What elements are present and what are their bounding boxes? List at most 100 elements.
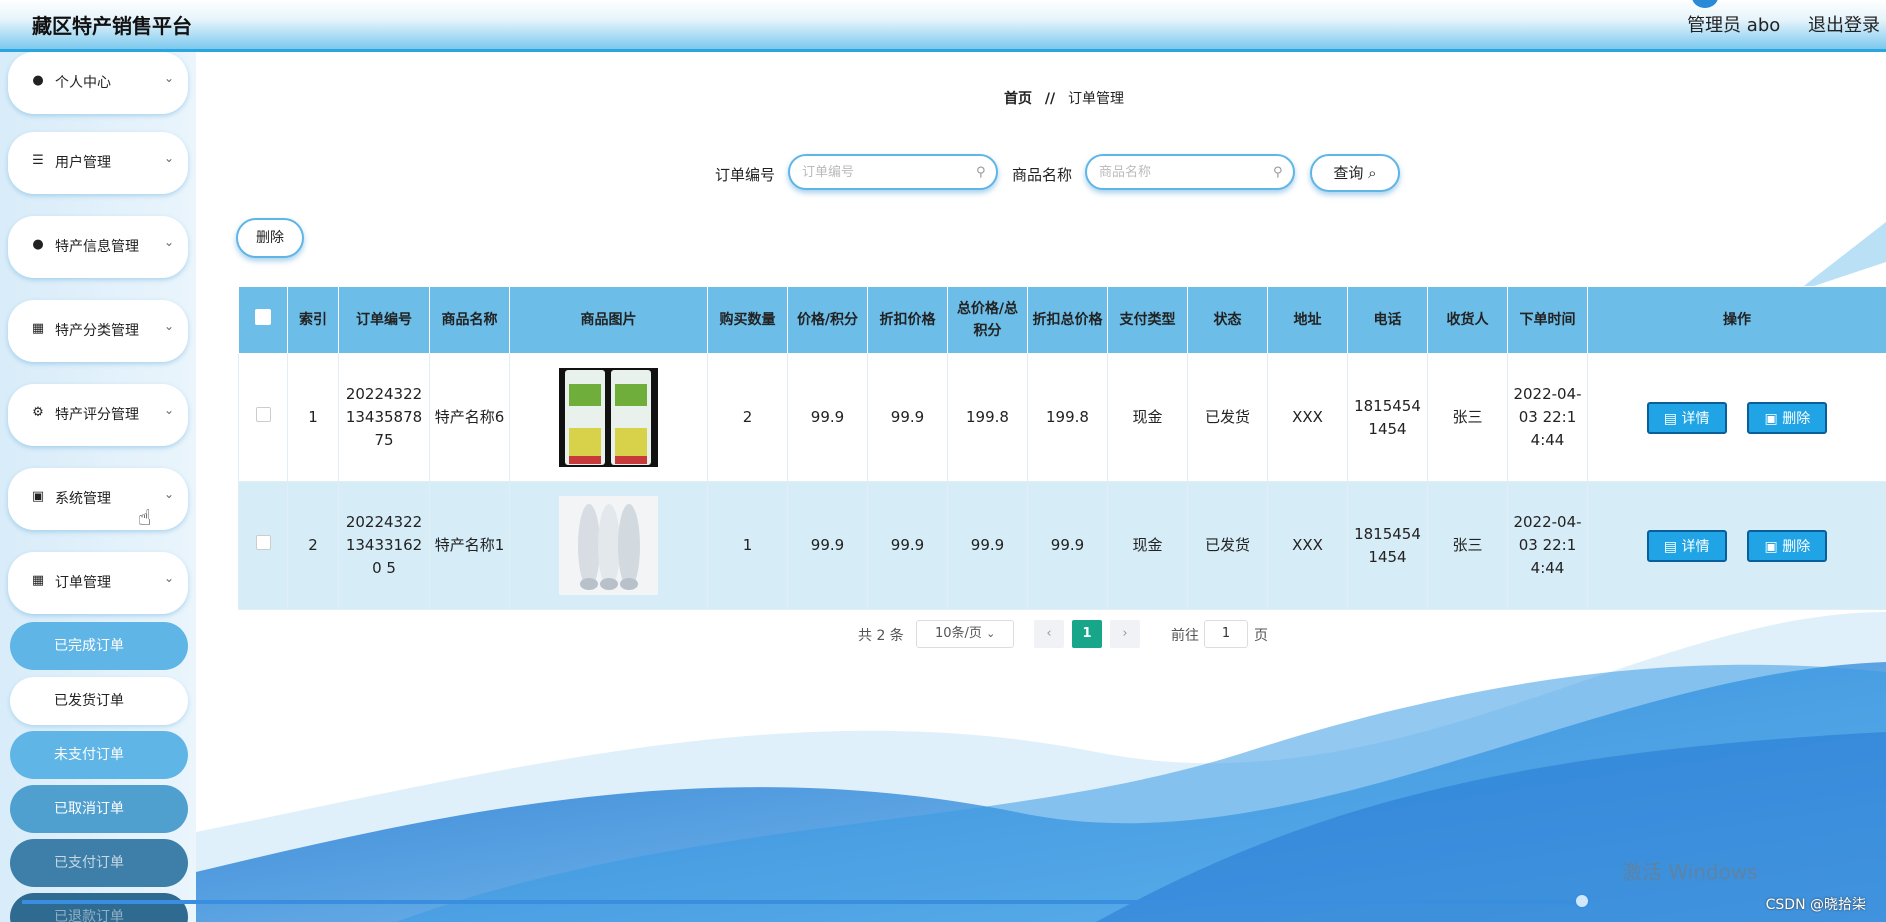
clipboard-icon: ▣ — [31, 489, 45, 504]
cell-receiver: 张三 — [1427, 481, 1508, 610]
cell-discount-total: 199.8 — [1027, 353, 1108, 482]
cell-time: 2022-04-03 22:14:44 — [1507, 353, 1588, 482]
cell-discount: 99.9 — [867, 481, 948, 610]
query-button[interactable]: 查询 ⌕ — [1310, 154, 1400, 192]
cell-address: XXX — [1267, 481, 1348, 610]
column-header: 购买数量 — [707, 286, 788, 354]
cell-phone: 1815454 1454 — [1347, 353, 1428, 482]
column-header: 商品名称 — [429, 286, 510, 354]
page-suffix: 页 — [1254, 628, 1268, 644]
sidebar-item-label: 特产信息管理 — [55, 239, 139, 255]
cell-time: 2022-04-03 22:14:44 — [1507, 481, 1588, 610]
sidebar-item-user-management[interactable]: ☰ 用户管理 ⌄ — [8, 132, 188, 194]
list-icon: ☰ — [32, 153, 44, 168]
delete-button[interactable]: ▣ 删除 — [1747, 401, 1828, 434]
cell-receiver: 张三 — [1427, 353, 1508, 482]
product-image[interactable] — [559, 368, 658, 467]
row-select-cell[interactable] — [238, 481, 288, 610]
row-checkbox[interactable] — [255, 407, 271, 422]
page-size-select[interactable]: 10条/页 ⌄ — [916, 620, 1014, 648]
csdn-watermark: CSDN @晓拾柒 — [1765, 897, 1866, 913]
cell-status: 已发货 — [1187, 481, 1268, 610]
cell-order-no: 20224322134331620 5 — [338, 481, 430, 610]
goto-page-input[interactable]: 1 — [1204, 620, 1248, 648]
column-header: 折扣价格 — [867, 286, 948, 354]
column-header: 电话 — [1347, 286, 1428, 354]
orders-table: 索引 订单编号 商品名称 商品图片 购买数量 价格/积分 折扣价格 总价格/总积… — [238, 286, 1886, 610]
delete-button[interactable]: ▣ 删除 — [1747, 529, 1828, 562]
cell-product: 特产名称1 — [429, 481, 510, 610]
sidebar-item-label: 个人中心 — [55, 75, 111, 91]
sidebar-item-product-category[interactable]: ▦ 特产分类管理 ⌄ — [8, 300, 188, 362]
logout-button[interactable]: 退出登录 — [1808, 15, 1880, 36]
cell-index: 2 — [287, 481, 339, 610]
table-row: 2 20224322134331620 5 特产名称1 1 99.9 99.9 … — [238, 481, 1886, 610]
select-all-checkbox[interactable] — [255, 308, 271, 325]
video-progress-handle[interactable] — [1574, 893, 1590, 909]
sub-item-refunded-orders[interactable]: 已退款订单 — [10, 893, 188, 922]
sidebar-item-product-info[interactable]: ● 特产信息管理 ⌄ — [8, 216, 188, 278]
order-no-input[interactable] — [788, 154, 998, 190]
sidebar-item-product-rating[interactable]: ⚙ 特产评分管理 ⌄ — [8, 384, 188, 446]
column-header: 商品图片 — [509, 286, 708, 354]
column-header: 操作 — [1587, 286, 1886, 354]
chevron-down-icon: ⌄ — [163, 151, 174, 165]
sidebar-item-orders[interactable]: ▦ 订单管理 ⌄ — [8, 552, 188, 614]
column-header: 索引 — [287, 286, 339, 354]
pagination-total: 共 2 条 — [858, 628, 904, 644]
cell-product: 特产名称6 — [429, 353, 510, 482]
document-icon: ▤ — [1663, 538, 1682, 555]
cell-discount-total: 99.9 — [1027, 481, 1108, 610]
column-header: 状态 — [1187, 286, 1268, 354]
sub-item-completed-orders[interactable]: 已完成订单 — [10, 622, 188, 670]
sub-item-shipped-orders[interactable]: 已发货订单 — [10, 677, 188, 725]
column-header: 总价格/总积分 — [947, 286, 1028, 354]
sidebar-item-personal-center[interactable]: ● 个人中心 ⌄ — [8, 52, 188, 114]
next-page-button[interactable]: › — [1110, 620, 1140, 648]
column-header: 订单编号 — [338, 286, 430, 354]
prev-page-button[interactable]: ‹ — [1034, 620, 1064, 648]
table-header-row: 索引 订单编号 商品名称 商品图片 购买数量 价格/积分 折扣价格 总价格/总积… — [238, 286, 1886, 354]
cell-total: 99.9 — [947, 481, 1028, 610]
breadcrumb: 首页 // 订单管理 — [1004, 88, 1124, 108]
chevron-down-icon: ⌄ — [163, 571, 174, 585]
grid-icon: ▦ — [31, 321, 45, 336]
top-header: 藏区特产销售平台 管理员 abo 退出登录 — [0, 0, 1886, 52]
sub-item-paid-orders[interactable]: 已支付订单 — [10, 839, 188, 887]
cell-qty: 1 — [707, 481, 788, 610]
document-icon: ▤ — [1663, 410, 1682, 427]
select-all-cell[interactable] — [238, 286, 288, 354]
admin-user-label[interactable]: 管理员 abo — [1687, 15, 1780, 36]
sub-item-unpaid-orders[interactable]: 未支付订单 — [10, 731, 188, 779]
avatar[interactable] — [1692, 0, 1718, 8]
detail-button[interactable]: ▤ 详情 — [1646, 401, 1727, 434]
grid-icon: ▦ — [31, 573, 45, 588]
column-header: 折扣总价格 — [1027, 286, 1108, 354]
column-header: 下单时间 — [1507, 286, 1588, 354]
sidebar-item-label: 特产分类管理 — [55, 323, 139, 339]
detail-button[interactable]: ▤ 详情 — [1646, 529, 1727, 562]
column-header: 地址 — [1267, 286, 1348, 354]
cell-pay-type: 现金 — [1107, 481, 1188, 610]
breadcrumb-home[interactable]: 首页 — [1004, 91, 1032, 107]
current-page-button[interactable]: 1 — [1072, 620, 1102, 648]
page-size-value: 10条/页 — [935, 626, 982, 641]
sidebar-item-label: 特产评分管理 — [55, 407, 139, 423]
cell-order-no: 2022432213435878 75 — [338, 353, 430, 482]
goto-label: 前往 — [1171, 628, 1199, 644]
batch-delete-button[interactable]: 删除 — [236, 218, 304, 258]
video-progress-bar[interactable] — [22, 900, 1582, 904]
sub-item-cancelled-orders[interactable]: 已取消订单 — [10, 785, 188, 833]
cell-price: 99.9 — [787, 481, 868, 610]
sidebar-item-system[interactable]: ▣ 系统管理 ⌄ — [8, 468, 188, 530]
row-select-cell[interactable] — [238, 353, 288, 482]
product-image[interactable] — [559, 496, 658, 595]
chevron-down-icon: ⌄ — [163, 319, 174, 333]
row-checkbox[interactable] — [255, 535, 271, 550]
product-name-label: 商品名称 — [1012, 166, 1073, 184]
chevron-down-icon: ⌄ — [163, 235, 174, 249]
detail-button-label: 详情 — [1681, 538, 1710, 555]
order-no-label: 订单编号 — [715, 166, 776, 184]
chevron-down-icon: ⌄ — [163, 403, 174, 417]
product-name-input[interactable] — [1085, 154, 1295, 190]
